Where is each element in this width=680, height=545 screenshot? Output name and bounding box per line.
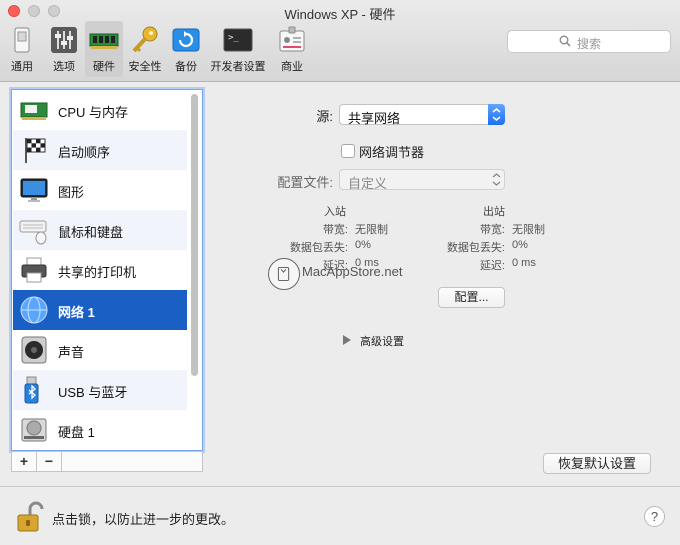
- search-placeholder: 搜索: [577, 37, 602, 51]
- watermark-text: MacAppStore.net: [302, 264, 403, 279]
- restore-defaults-button[interactable]: 恢复默认设置: [543, 453, 651, 474]
- popup-arrows-icon: [488, 104, 505, 125]
- svg-text:>_: >_: [228, 33, 239, 43]
- sidebar-item-label: 声音: [58, 345, 85, 360]
- profile-popup[interactable]: 自定义: [339, 169, 505, 191]
- outbound-delay-label: 延迟:: [479, 260, 505, 272]
- disclosure-triangle-icon[interactable]: [343, 335, 351, 345]
- profile-value: 自定义: [348, 176, 388, 191]
- toolbar-security[interactable]: 安全性: [126, 21, 164, 77]
- terminal-icon: >_: [223, 28, 253, 52]
- toolbar-backup-label: 备份: [175, 61, 197, 73]
- inbound-header: 入站: [324, 206, 346, 218]
- network-globe-icon: [20, 296, 48, 324]
- sidebar-item-label: 网络 1: [58, 305, 95, 320]
- footer-bar: 点击锁，以防止进一步的更改。 ?: [0, 486, 680, 545]
- remove-device-button[interactable]: −: [37, 452, 62, 471]
- toolbar-developer[interactable]: >_ 开发者设置: [208, 21, 268, 77]
- sidebar-item-network-1[interactable]: 网络 1: [13, 290, 187, 330]
- sidebar-item-printer[interactable]: 共享的打印机: [13, 250, 187, 290]
- boot-order-flag-icon: [25, 138, 46, 163]
- inbound-loss-label: 数据包丢失:: [289, 242, 348, 254]
- sidebar-item-graphics[interactable]: 图形: [13, 170, 187, 210]
- outbound-delay-value: 0 ms: [512, 257, 536, 269]
- toolbar-general-label: 通用: [11, 61, 33, 73]
- toolbar-business-label: 商业: [281, 61, 303, 73]
- sidebar-item-label: 共享的打印机: [58, 265, 137, 280]
- toolbar-options[interactable]: 选项: [46, 21, 82, 77]
- inbound-loss-value: 0%: [355, 239, 371, 251]
- sidebar-item-sound[interactable]: 声音: [13, 330, 187, 370]
- monitor-icon: [20, 178, 48, 202]
- general-icon: [14, 27, 30, 53]
- title-toolbar-area: Windows XP - 硬件 通用 选项 硬件 安全性 备份 >_ 开发者设置…: [0, 0, 680, 82]
- hard-disk-icon: [21, 418, 47, 442]
- toolbar-options-label: 选项: [53, 61, 75, 73]
- sidebar-item-label: 启动顺序: [58, 145, 111, 160]
- printer-icon: [21, 257, 47, 283]
- toolbar-hardware[interactable]: 硬件: [85, 21, 123, 77]
- sidebar-item-keyboard-mouse[interactable]: 鼠标和键盘: [13, 210, 187, 250]
- sidebar-item-label: 硬盘 1: [58, 425, 95, 440]
- configure-button[interactable]: 配置...: [438, 287, 505, 308]
- toolbar-hardware-label: 硬件: [93, 61, 115, 73]
- toolbar-general[interactable]: 通用: [4, 21, 40, 77]
- search-icon: [559, 35, 571, 47]
- profile-label: 配置文件:: [277, 175, 333, 190]
- sidebar-item-boot-order[interactable]: 启动顺序: [13, 130, 187, 170]
- sidebar-scrollbar[interactable]: [191, 94, 198, 376]
- outbound-loss-value: 0%: [512, 239, 528, 251]
- lock-message: 点击锁，以防止进一步的更改。: [52, 512, 235, 527]
- popup-arrows-icon: [488, 169, 505, 190]
- network-conditioner-label: 网络调节器: [359, 145, 425, 160]
- add-device-button[interactable]: +: [12, 452, 37, 471]
- sidebar-item-label: 图形: [58, 185, 85, 200]
- network-conditioner-checkbox[interactable]: [341, 144, 355, 158]
- advanced-settings-label[interactable]: 高级设置: [360, 333, 404, 349]
- toolbar-security-label: 安全性: [128, 61, 162, 73]
- memory-chip-icon: [89, 33, 119, 49]
- source-label: 源:: [316, 109, 333, 124]
- toolbar-developer-label: 开发者设置: [210, 61, 266, 73]
- source-value: 共享网络: [348, 111, 401, 126]
- id-badge-icon: [279, 26, 305, 52]
- toolbar-backup[interactable]: 备份: [168, 21, 204, 77]
- outbound-bandwidth-label: 带宽:: [479, 224, 505, 236]
- speaker-icon: [21, 336, 47, 364]
- sidebar-item-label: 鼠标和键盘: [58, 225, 124, 240]
- cpu-memory-icon: [20, 102, 48, 120]
- help-button[interactable]: ?: [644, 506, 665, 527]
- outbound-bandwidth-value: 无限制: [512, 224, 545, 236]
- keyboard-mouse-icon: [19, 220, 47, 245]
- sidebar-item-cpu-memory[interactable]: CPU 与内存: [13, 90, 187, 130]
- source-popup[interactable]: 共享网络: [339, 104, 505, 126]
- watermark-logo-icon: [268, 258, 300, 290]
- key-icon: [132, 26, 158, 53]
- sidebar-item-usb-bluetooth[interactable]: USB 与蓝牙: [13, 370, 187, 410]
- sidebar-add-remove-bar: + −: [11, 451, 203, 472]
- search-field[interactable]: 搜索: [507, 30, 671, 53]
- lock-icon[interactable]: [16, 501, 44, 533]
- device-list[interactable]: CPU 与内存 启动顺序 图形 鼠标和键盘 共享的打印机 网络 1 声音 USB…: [11, 89, 203, 451]
- sidebar-item-hard-disk-1[interactable]: 硬盘 1: [13, 410, 187, 450]
- backup-icon: [172, 28, 200, 52]
- usb-bluetooth-icon: [24, 376, 39, 404]
- inbound-bandwidth-value: 无限制: [355, 224, 388, 236]
- toolbar-business[interactable]: 商业: [274, 21, 310, 77]
- sidebar-item-label: CPU 与内存: [58, 105, 129, 120]
- outbound-loss-label: 数据包丢失:: [446, 242, 505, 254]
- options-sliders-icon: [51, 27, 77, 53]
- outbound-header: 出站: [483, 206, 505, 218]
- inbound-bandwidth-label: 带宽:: [322, 224, 348, 236]
- sidebar-item-label: USB 与蓝牙: [58, 385, 128, 400]
